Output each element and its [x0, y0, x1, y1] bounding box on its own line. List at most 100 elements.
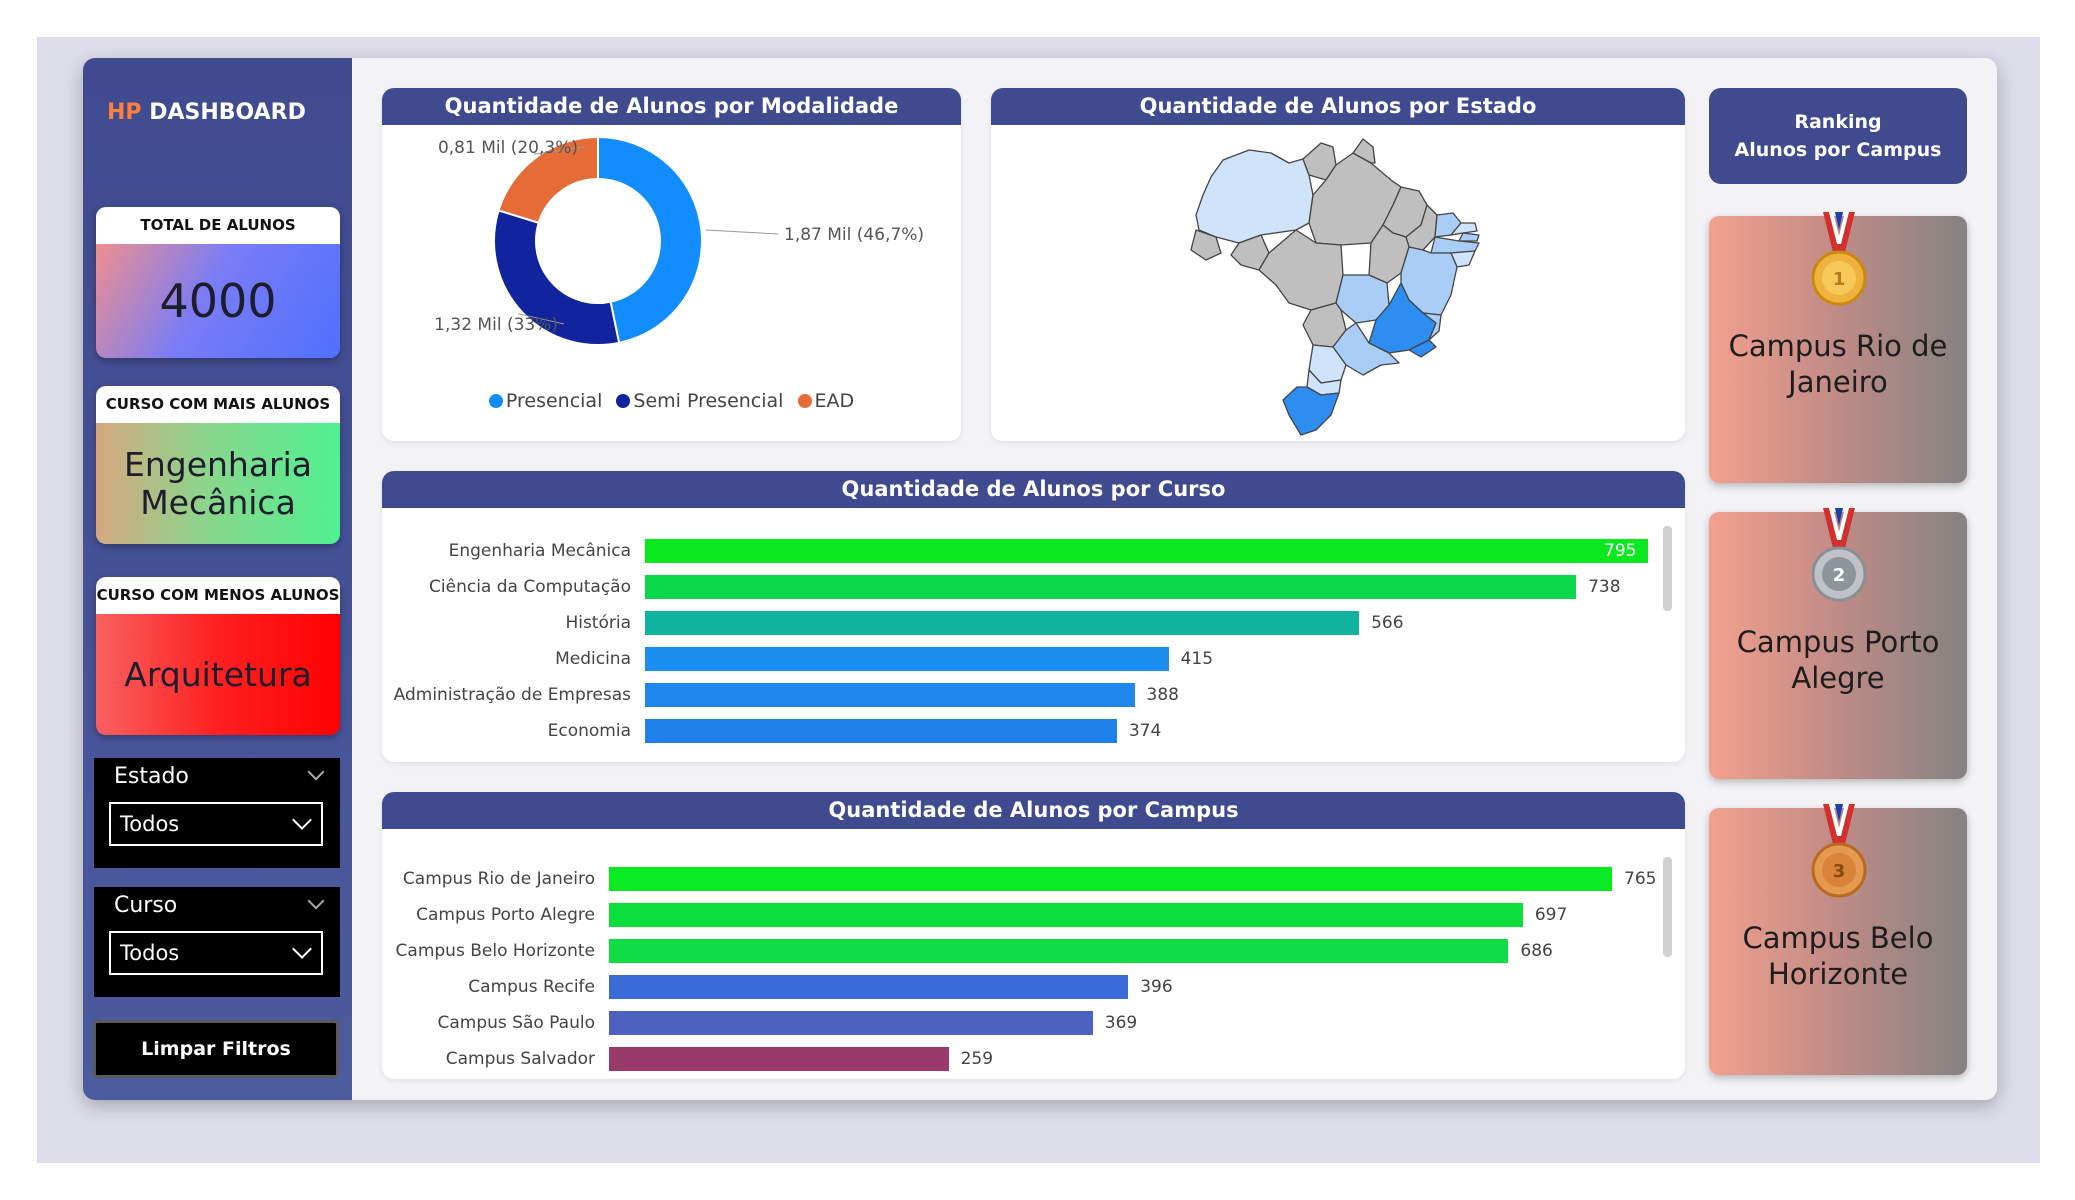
donut-data-label: 1,87 Mil (46,7%)	[784, 225, 924, 245]
bar[interactable]	[609, 939, 1509, 963]
bar[interactable]	[645, 719, 1117, 743]
filter-estado-label: Estado	[114, 764, 189, 789]
ranking-name-2: Campus Porto Alegre	[1736, 625, 1940, 695]
bar-category-label: Ciência da Computação	[429, 577, 631, 597]
scrollbar[interactable]	[1663, 857, 1672, 957]
clear-filters-button[interactable]: Limpar Filtros	[93, 1020, 339, 1078]
sidebar: HP DASHBOARD TOTAL DE ALUNOS 4000 CURSO …	[83, 58, 352, 1100]
brand-logo: HP DASHBOARD	[107, 100, 306, 125]
ranking-title-line2: Alunos por Campus	[1734, 139, 1942, 161]
filter-curso: Curso Todos	[94, 887, 340, 997]
ranking-name-3: Campus Belo Horizonte	[1742, 921, 1934, 991]
filter-estado: Estado Todos	[94, 758, 340, 868]
bar[interactable]	[609, 975, 1129, 999]
legend-ead[interactable]: EAD	[797, 390, 854, 412]
bar-value-label: 415	[1180, 649, 1214, 669]
bar[interactable]	[609, 1047, 949, 1071]
curso-bar-chart: Engenharia Mecânica 795 Ciência da Computa…	[382, 508, 1685, 762]
bar-value-label: 388	[1146, 685, 1179, 705]
legend-dot	[488, 394, 503, 408]
scrollbar[interactable]	[1663, 526, 1672, 611]
legend-label: Semi Presencial	[633, 390, 784, 412]
bar-category-label: Campus Porto Alegre	[416, 905, 595, 925]
dashboard-canvas: HP DASHBOARD TOTAL DE ALUNOS 4000 CURSO …	[83, 58, 1997, 1100]
donut-leader-line	[705, 229, 779, 235]
curso-title: Quantidade de Alunos por Curso	[382, 471, 1685, 508]
bar-value-label: 369	[1104, 1013, 1138, 1033]
chevron-down-icon	[292, 810, 312, 830]
kpi-least-value: Arquitetura	[96, 614, 340, 735]
bar[interactable]	[645, 683, 1135, 707]
modalidade-card: Quantidade de Alunos por Modalidade 1,87…	[382, 88, 961, 441]
chevron-down-icon	[292, 939, 312, 959]
bar[interactable]	[609, 867, 1612, 891]
chevron-down-icon[interactable]	[307, 892, 325, 910]
ranking-name-1: Campus Rio de Janeiro	[1728, 329, 1948, 399]
kpi-curso-mais-alunos: CURSO COM MAIS ALUNOS Engenharia Mecânic…	[96, 386, 340, 544]
kpi-most-value: Engenharia Mecânica	[96, 423, 340, 544]
brand-title: DASHBOARD	[149, 100, 306, 125]
bar[interactable]	[645, 647, 1169, 671]
legend-presencial[interactable]: Presencial	[488, 390, 603, 412]
legend-label: Presencial	[505, 390, 603, 412]
campus-title: Quantidade de Alunos por Campus	[382, 792, 1685, 829]
bar-value-label: 795	[1604, 541, 1637, 561]
estado-map-card: Quantidade de Alunos por Estado	[991, 88, 1685, 441]
curso-card: Quantidade de Alunos por Curso Engenhari…	[382, 471, 1685, 762]
bronze-medal-icon: 3	[1811, 804, 1867, 898]
bar-category-label: Administração de Empresas	[393, 685, 631, 705]
map-state-am[interactable]	[1195, 149, 1314, 244]
bar-value-label: 738	[1588, 577, 1621, 597]
bar-category-label: Campus Recife	[468, 977, 595, 997]
bar-value-label: 765	[1624, 869, 1657, 889]
donut-data-label: 0,81 Mil (20,3%)	[438, 138, 578, 158]
kpi-total-alunos: TOTAL DE ALUNOS 4000	[96, 207, 340, 358]
legend-dot	[797, 394, 812, 408]
bar-category-label: Campus Belo Horizonte	[395, 941, 595, 961]
bar-value-label: 686	[1520, 941, 1553, 961]
gold-medal-icon: 1	[1811, 212, 1867, 306]
bar-category-label: Medicina	[555, 649, 631, 669]
bar-value-label: 697	[1534, 905, 1568, 925]
ranking-title-line1: Ranking	[1794, 111, 1882, 133]
ranking-card-3: 3 Campus Belo Horizonte	[1709, 804, 1967, 1075]
brazil-map[interactable]	[991, 125, 1685, 441]
modalidade-legend: Presencial Semi Presencial EAD	[382, 390, 961, 412]
chevron-down-icon[interactable]	[307, 763, 325, 781]
bar-category-label: Engenharia Mecânica	[448, 541, 631, 561]
campus-card: Quantidade de Alunos por Campus Campus R…	[382, 792, 1685, 1079]
kpi-total-value: 4000	[96, 244, 340, 358]
bar[interactable]	[609, 1011, 1093, 1035]
bar[interactable]	[609, 903, 1523, 927]
kpi-total-label: TOTAL DE ALUNOS	[96, 207, 340, 244]
medal-number: 2	[1833, 565, 1846, 586]
estado-title: Quantidade de Alunos por Estado	[991, 88, 1685, 125]
bar-value-label: 259	[960, 1049, 994, 1069]
kpi-most-label: CURSO COM MAIS ALUNOS	[96, 386, 340, 423]
ranking-title: Ranking Alunos por Campus	[1709, 88, 1967, 184]
bar-value-label: 566	[1371, 613, 1404, 633]
bar-category-label: Campus São Paulo	[437, 1013, 596, 1033]
bar[interactable]	[645, 611, 1360, 635]
legend-dot	[616, 394, 631, 408]
modalidade-title: Quantidade de Alunos por Modalidade	[382, 88, 961, 125]
bar-value-label: 374	[1128, 721, 1162, 741]
bar-category-label: Campus Salvador	[445, 1049, 595, 1069]
curso-select[interactable]: Todos	[109, 931, 323, 975]
map-state-rs[interactable]	[1282, 386, 1340, 436]
curso-select-value: Todos	[120, 941, 180, 965]
ranking-card-2: 2 Campus Porto Alegre	[1709, 508, 1967, 779]
estado-select[interactable]: Todos	[109, 802, 323, 846]
map-state-pb[interactable]	[1458, 232, 1480, 242]
bar-category-label: História	[565, 613, 631, 633]
medal-number: 3	[1833, 861, 1846, 882]
bar[interactable]	[645, 539, 1648, 563]
bar[interactable]	[645, 575, 1577, 599]
bar-value-label: 396	[1140, 977, 1173, 997]
donut-data-label: 1,32 Mil (33%)	[434, 315, 558, 335]
silver-medal-icon: 2	[1811, 508, 1867, 602]
legend-semi-presencial[interactable]: Semi Presencial	[616, 390, 783, 412]
estado-select-value: Todos	[120, 812, 180, 836]
filter-curso-label: Curso	[114, 893, 178, 918]
campus-bar-chart: Campus Rio de Janeiro 765 Campus Porto Ale…	[382, 829, 1685, 1079]
